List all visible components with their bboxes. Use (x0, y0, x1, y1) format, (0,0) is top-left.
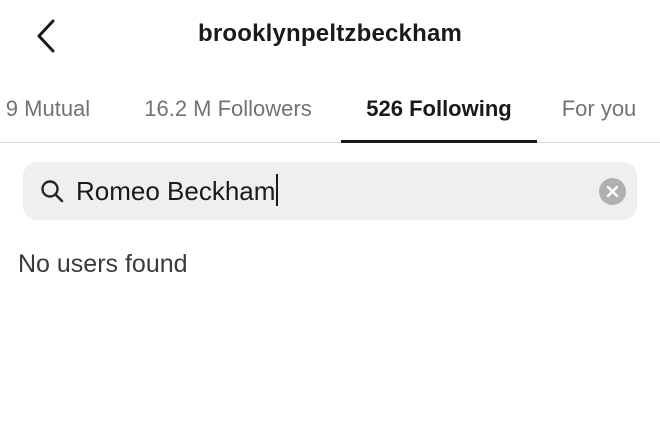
tab-label: 9 Mutual (5, 96, 91, 121)
header: brooklynpeltzbeckham (0, 0, 660, 76)
tab-label: For you (561, 96, 637, 121)
tab-for-you[interactable]: For you (550, 76, 648, 142)
clear-search-button[interactable] (599, 178, 626, 205)
clear-icon (606, 185, 619, 198)
tab-mutual[interactable]: 9 Mutual (0, 76, 102, 142)
tab-label: 526 Following (366, 96, 512, 121)
tab-following[interactable]: 526 Following (341, 76, 537, 143)
search-icon (41, 180, 64, 203)
search-bar[interactable]: Romeo Beckham (23, 162, 637, 220)
text-caret (276, 174, 279, 206)
search-query: Romeo Beckham (76, 176, 276, 206)
search-input[interactable]: Romeo Beckham (76, 174, 279, 208)
tab-followers[interactable]: 16.2 M Followers (128, 76, 328, 142)
tab-bar: 9 Mutual 16.2 M Followers 526 Following … (0, 76, 660, 143)
tab-label: 16.2 M Followers (144, 96, 312, 121)
active-tab-indicator (341, 140, 537, 143)
page-title: brooklynpeltzbeckham (197, 20, 463, 47)
empty-results-message: No users found (18, 250, 188, 278)
